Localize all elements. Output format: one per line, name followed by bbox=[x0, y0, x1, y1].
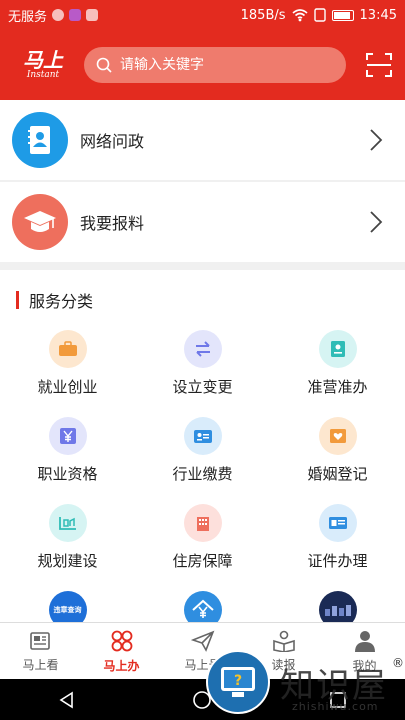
moon-icon bbox=[52, 9, 65, 21]
service-business-permit[interactable]: 准营准办 bbox=[270, 330, 405, 417]
service-industry-payment[interactable]: 行业缴费 bbox=[135, 417, 270, 504]
logo-cn: 马上 bbox=[23, 48, 63, 72]
clock: 13:45 bbox=[359, 7, 397, 23]
search-icon bbox=[96, 57, 112, 73]
tab-label: 我的 bbox=[352, 658, 377, 673]
tab-read-paper[interactable]: 读报 bbox=[243, 623, 324, 679]
building-icon bbox=[183, 504, 222, 542]
service-housing-security[interactable]: 住房保障 bbox=[135, 504, 270, 591]
service-label: 婚姻登记 bbox=[307, 465, 368, 483]
paper-plane-icon bbox=[190, 630, 214, 652]
tab-mine[interactable]: 我的 bbox=[324, 623, 405, 679]
yuan-badge-icon bbox=[48, 417, 87, 455]
system-nav-bar bbox=[0, 679, 405, 720]
row-label: 网络问政 bbox=[80, 132, 145, 151]
graduation-cap-icon bbox=[12, 194, 68, 250]
search-input[interactable] bbox=[120, 57, 330, 73]
list-row-report-news[interactable]: 我要报料 bbox=[0, 182, 405, 262]
service-certificate-handling[interactable]: 证件办理 bbox=[270, 504, 405, 591]
service-label: 就业创业 bbox=[37, 378, 98, 396]
license-icon bbox=[318, 504, 357, 542]
briefcase-icon bbox=[48, 330, 87, 368]
section-title-text: 服务分类 bbox=[29, 292, 94, 311]
app-notification-icon bbox=[69, 9, 82, 21]
tab-label: 马上号 bbox=[184, 657, 221, 672]
service-marriage-registration[interactable]: 婚姻登记 bbox=[270, 417, 405, 504]
service-label: 职业资格 bbox=[37, 465, 98, 483]
service-planning-construction[interactable]: 规划建设 bbox=[0, 504, 135, 591]
network-speed: 185B/s bbox=[240, 7, 286, 23]
home-icon[interactable] bbox=[192, 690, 212, 710]
tab-label: 马上办 bbox=[103, 658, 140, 673]
service-photo-item[interactable] bbox=[270, 591, 405, 622]
tab-account[interactable]: 马上号 bbox=[162, 623, 243, 679]
service-violation-query[interactable]: 违章查询 bbox=[0, 591, 135, 622]
service-registration-change[interactable]: 设立变更 bbox=[135, 330, 270, 417]
service-label: 规划建设 bbox=[37, 552, 98, 570]
certificate-icon bbox=[318, 330, 357, 368]
services-section: 服务分类 就业创业 设立变更 准营准办 职业资格 行业缴费 婚姻登记 规划建设 … bbox=[0, 270, 405, 622]
person-icon bbox=[354, 630, 375, 652]
service-label: 行业缴费 bbox=[172, 465, 233, 483]
app-logo: 马上 Instant bbox=[12, 43, 74, 87]
service-employment[interactable]: 就业创业 bbox=[0, 330, 135, 417]
chevron-right-icon bbox=[370, 129, 383, 151]
status-bar: 无服务 185B/s 13:45 bbox=[0, 0, 405, 30]
tab-watch[interactable]: 马上看 bbox=[0, 623, 81, 679]
battery-icon bbox=[331, 9, 354, 21]
service-professional-qualification[interactable]: 职业资格 bbox=[0, 417, 135, 504]
service-housing-fund[interactable] bbox=[135, 591, 270, 622]
blueprint-icon bbox=[48, 504, 87, 542]
app-header: 马上 Instant bbox=[0, 30, 405, 100]
tab-handle[interactable]: 马上办 bbox=[81, 623, 162, 679]
search-bar[interactable] bbox=[84, 47, 346, 83]
service-label: 准营准办 bbox=[307, 378, 368, 396]
wifi-icon bbox=[292, 8, 308, 21]
carrier-text: 无服务 bbox=[8, 9, 48, 25]
violation-query-icon: 违章查询 bbox=[48, 591, 87, 622]
heart-certificate-icon bbox=[318, 417, 357, 455]
newspaper-icon bbox=[29, 631, 50, 650]
violation-query-label: 违章查询 bbox=[53, 606, 82, 614]
chevron-right-icon bbox=[370, 211, 383, 233]
service-label: 住房保障 bbox=[172, 552, 233, 570]
section-title: 服务分类 bbox=[16, 288, 93, 312]
swap-arrows-icon bbox=[183, 330, 222, 368]
services-grid: 就业创业 设立变更 准营准办 职业资格 行业缴费 婚姻登记 规划建设 住房保障 … bbox=[0, 330, 405, 622]
recents-icon[interactable] bbox=[329, 691, 347, 709]
service-label: 证件办理 bbox=[307, 552, 368, 570]
list-row-online-inquiry[interactable]: 网络问政 bbox=[0, 100, 405, 180]
id-card-icon bbox=[183, 417, 222, 455]
photo-thumbnail-icon bbox=[318, 591, 357, 622]
image-notification-icon bbox=[86, 9, 99, 21]
service-label: 设立变更 bbox=[172, 378, 233, 396]
reading-icon bbox=[272, 630, 295, 652]
back-icon[interactable] bbox=[58, 691, 76, 709]
logo-en: Instant bbox=[26, 70, 60, 80]
no-sim-icon bbox=[313, 8, 326, 22]
row-label: 我要报料 bbox=[80, 214, 145, 233]
tab-label: 读报 bbox=[271, 657, 296, 672]
bottom-tab-bar: 马上看 马上办 马上号 读报 我的 bbox=[0, 622, 405, 679]
four-petal-icon bbox=[111, 630, 132, 651]
contact-book-icon bbox=[12, 112, 68, 168]
tab-label: 马上看 bbox=[22, 657, 59, 672]
house-yuan-icon bbox=[183, 591, 222, 622]
section-accent-bar bbox=[16, 291, 19, 309]
scan-icon[interactable] bbox=[365, 51, 393, 79]
